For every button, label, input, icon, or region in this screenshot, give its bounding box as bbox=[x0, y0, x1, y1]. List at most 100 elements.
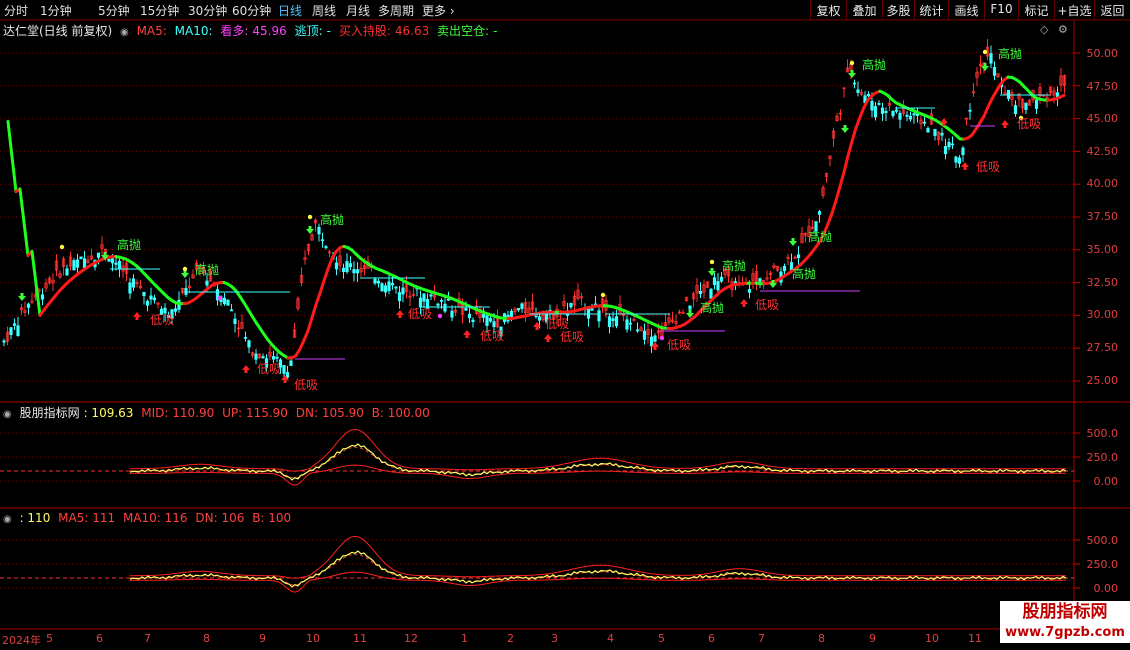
date-tick: 4 bbox=[607, 632, 614, 645]
buy-low-annotation: 低吸 bbox=[150, 313, 175, 327]
trend-line-segment bbox=[842, 154, 850, 174]
candle-body bbox=[894, 109, 899, 112]
y-tick: 50.00 bbox=[1086, 47, 1119, 60]
candle-body bbox=[852, 82, 857, 85]
signal-dot bbox=[59, 244, 65, 250]
indicator1-up: UP: 115.90 bbox=[222, 406, 288, 420]
trend-line-segment bbox=[22, 220, 30, 258]
candle-body bbox=[464, 307, 468, 311]
candle-body bbox=[698, 290, 703, 295]
trend-line-segment bbox=[1058, 93, 1066, 99]
y-tick: 500.0 bbox=[1086, 427, 1119, 440]
candle-body bbox=[96, 252, 101, 258]
y-tick: 250.0 bbox=[1086, 451, 1119, 464]
candle-body bbox=[82, 258, 87, 268]
candle-body bbox=[926, 128, 930, 133]
indicator1-title: 股朋指标网 bbox=[19, 406, 80, 420]
candle-body bbox=[891, 110, 895, 117]
candle-body bbox=[467, 313, 472, 319]
trend-line-segment bbox=[858, 105, 866, 119]
y-tick: 42.50 bbox=[1086, 145, 1119, 158]
candle-body bbox=[352, 269, 356, 274]
candle-body bbox=[205, 280, 209, 286]
candle-body bbox=[747, 289, 752, 293]
date-tick: 2 bbox=[507, 632, 514, 645]
date-tick: 7 bbox=[144, 632, 151, 645]
date-tick: 3 bbox=[551, 632, 558, 645]
date-tick: 10 bbox=[925, 632, 939, 645]
watermark-url: www.7gpzb.com bbox=[1000, 623, 1130, 643]
candle-body bbox=[436, 303, 440, 306]
buy-arrow-icon bbox=[740, 299, 748, 307]
candle-body bbox=[247, 340, 251, 348]
candle-body bbox=[950, 143, 955, 146]
sell-high-annotation: 高抛 bbox=[722, 259, 747, 273]
candle-body bbox=[128, 282, 132, 294]
candle-body bbox=[289, 360, 293, 366]
candle-body bbox=[12, 323, 17, 326]
y-tick: 250.0 bbox=[1086, 558, 1119, 571]
candle-body bbox=[1013, 105, 1018, 115]
candle-body bbox=[1006, 89, 1011, 99]
date-tick: 6 bbox=[708, 632, 715, 645]
candle-body bbox=[856, 89, 860, 93]
collapse-icon[interactable]: ◉ bbox=[3, 514, 12, 525]
y-tick: 27.50 bbox=[1086, 341, 1119, 354]
candle-body bbox=[709, 288, 713, 299]
sell-high-annotation: 高抛 bbox=[808, 230, 833, 244]
sell-high-annotation: 高抛 bbox=[195, 263, 220, 277]
candle-body bbox=[450, 310, 454, 318]
candle-body bbox=[110, 258, 115, 264]
trend-line-segment bbox=[850, 126, 858, 143]
candle-body bbox=[870, 101, 874, 111]
sell-arrow-icon bbox=[981, 63, 989, 71]
buy-low-annotation: 低吸 bbox=[976, 160, 1001, 174]
candle-body bbox=[866, 93, 871, 97]
indicator2-ma10: MA10: 116 bbox=[122, 511, 188, 525]
trend-line-segment bbox=[846, 139, 854, 158]
candle-body bbox=[254, 353, 258, 360]
watermark-title: 股朋指标网 bbox=[1000, 601, 1130, 623]
sell-arrow-icon bbox=[181, 270, 189, 278]
date-tick: 10 bbox=[306, 632, 320, 645]
candle-body bbox=[782, 265, 787, 272]
candle-body bbox=[516, 308, 521, 311]
buy-arrow-icon bbox=[961, 162, 969, 170]
candle-body bbox=[912, 113, 916, 116]
candle-body bbox=[117, 260, 122, 269]
sell-high-annotation: 高抛 bbox=[862, 58, 887, 72]
collapse-icon[interactable]: ◉ bbox=[3, 409, 12, 420]
y-tick: 35.00 bbox=[1086, 243, 1119, 256]
buy-low-annotation: 低吸 bbox=[560, 330, 585, 344]
y-tick: 45.00 bbox=[1086, 112, 1119, 125]
candle-body bbox=[345, 261, 349, 273]
y-tick: 30.00 bbox=[1086, 308, 1119, 321]
signal-dot bbox=[709, 259, 715, 265]
candle-body bbox=[877, 103, 881, 105]
candle-body bbox=[439, 299, 444, 302]
buy-low-annotation: 低吸 bbox=[408, 307, 433, 321]
buy-arrow-icon bbox=[133, 312, 141, 320]
indicator2-value: : 110 bbox=[19, 511, 51, 525]
trend-line-segment bbox=[302, 329, 310, 342]
candle-body bbox=[75, 259, 80, 268]
candle-body bbox=[688, 305, 692, 310]
candle-body bbox=[989, 53, 993, 64]
sell-arrow-icon bbox=[789, 238, 797, 246]
candle-body bbox=[898, 112, 902, 120]
candle-body bbox=[968, 109, 972, 112]
date-tick: 12 bbox=[404, 632, 418, 645]
date-tick: 2024年 bbox=[2, 634, 41, 647]
candle-body bbox=[954, 156, 958, 163]
candle-body bbox=[492, 321, 496, 328]
candle-body bbox=[397, 292, 402, 302]
sell-high-annotation: 高抛 bbox=[117, 238, 142, 252]
candle-body bbox=[401, 287, 405, 295]
candle-body bbox=[796, 254, 801, 259]
candle-body bbox=[422, 293, 426, 302]
candle-body bbox=[390, 282, 395, 286]
indicator1-dn: DN: 105.90 bbox=[295, 406, 364, 420]
candle-body bbox=[152, 297, 157, 301]
candle-body bbox=[79, 256, 83, 260]
indicator2-dn: DN: 106 bbox=[195, 511, 245, 525]
